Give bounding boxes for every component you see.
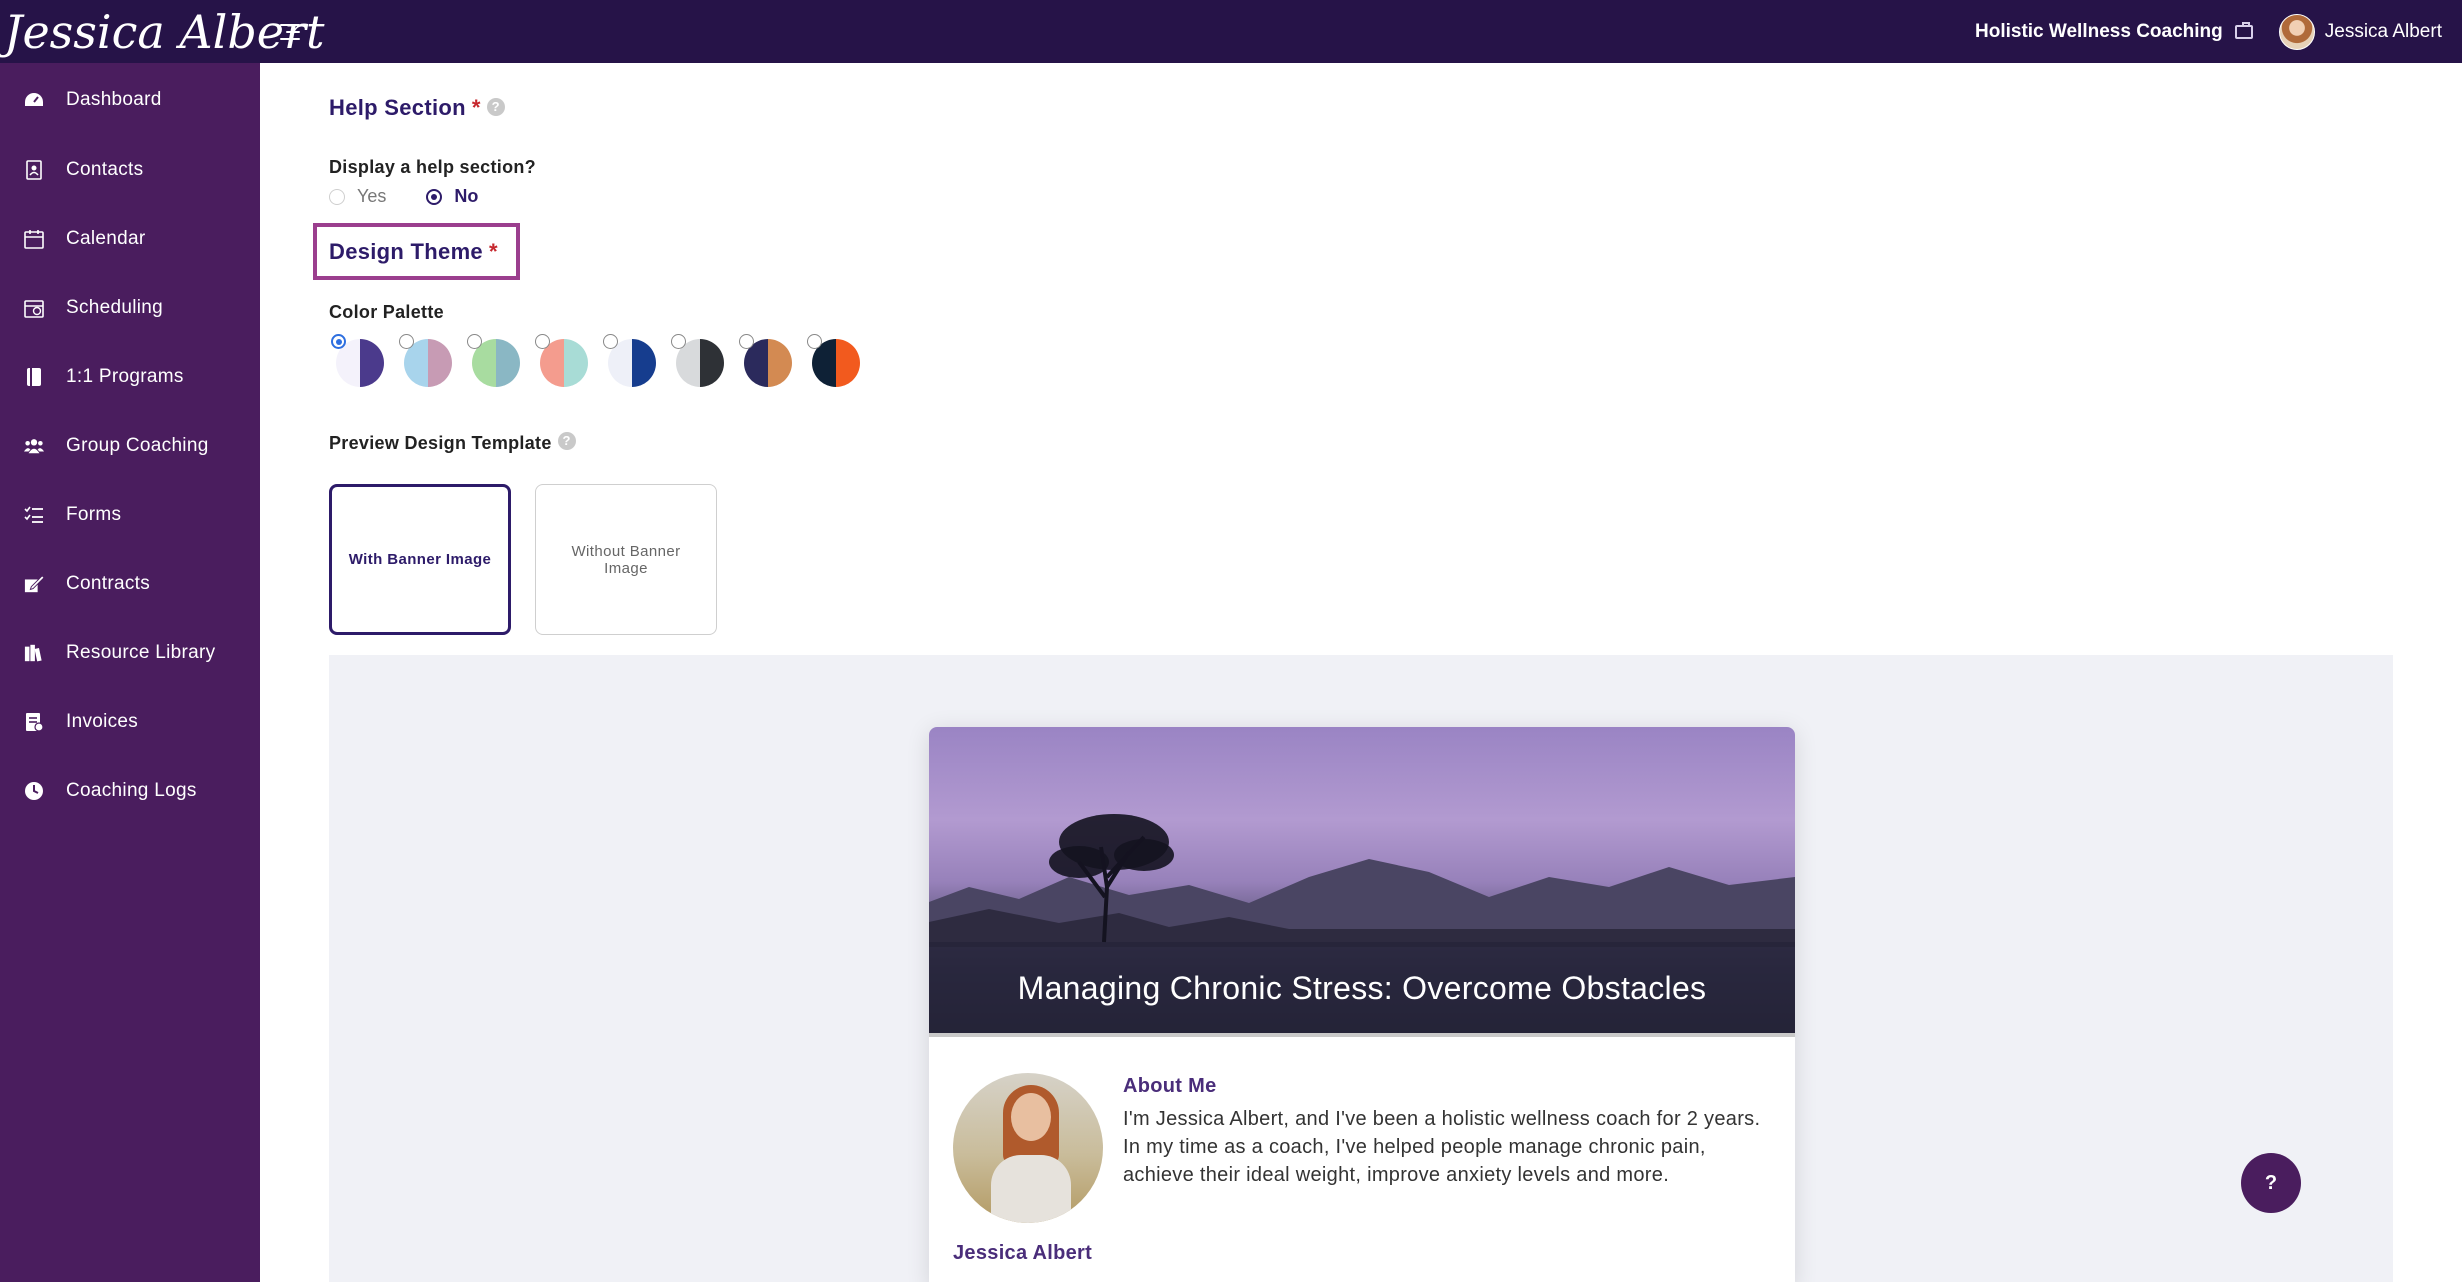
palette-option-6[interactable] bbox=[671, 334, 724, 387]
design-theme-highlight: Design Theme * bbox=[313, 223, 520, 280]
calendar-icon bbox=[24, 229, 44, 249]
sidebar-item-label: Dashboard bbox=[66, 89, 162, 110]
sidebar-item-programs[interactable]: 1:1 Programs bbox=[0, 352, 260, 402]
sidebar-item-label: Coaching Logs bbox=[66, 780, 197, 801]
sidebar-item-forms[interactable]: Forms bbox=[0, 490, 260, 540]
palette-radio[interactable] bbox=[603, 334, 618, 349]
help-icon[interactable]: ? bbox=[557, 432, 576, 450]
top-right-area: Holistic Wellness Coaching Jessica Alber… bbox=[1975, 0, 2442, 63]
sidebar-item-label: Resource Library bbox=[66, 642, 216, 663]
help-section-question: Display a help section? bbox=[329, 157, 536, 177]
dashboard-icon bbox=[24, 90, 44, 110]
template-with-banner[interactable]: With Banner Image bbox=[329, 484, 511, 635]
palette-radio[interactable] bbox=[807, 334, 822, 349]
sidebar-item-label: Calendar bbox=[66, 228, 146, 249]
radio-yes[interactable]: Yes bbox=[329, 186, 386, 207]
preview-area: Managing Chronic Stress: Overcome Obstac… bbox=[329, 655, 2393, 1282]
about-me-title: About Me bbox=[1123, 1075, 1217, 1097]
top-bar: Jessica Albert Holistic Wellness Coachin… bbox=[0, 0, 2462, 63]
book-icon bbox=[24, 367, 44, 387]
palette-option-4[interactable] bbox=[535, 334, 588, 387]
contacts-icon bbox=[24, 160, 44, 180]
invoice-icon bbox=[24, 712, 44, 732]
palette-option-7[interactable] bbox=[739, 334, 792, 387]
sidebar-item-resource-library[interactable]: Resource Library bbox=[0, 628, 260, 678]
color-palette-label: Color Palette bbox=[329, 302, 444, 322]
signature-icon bbox=[24, 574, 44, 594]
palette-radio[interactable] bbox=[467, 334, 482, 349]
clock-icon bbox=[24, 781, 44, 801]
sidebar-item-calendar[interactable]: Calendar bbox=[0, 214, 260, 264]
sidebar-item-label: Invoices bbox=[66, 711, 139, 732]
palette-radio[interactable] bbox=[535, 334, 550, 349]
list-icon bbox=[24, 505, 44, 525]
main-content: Help Section *? Display a help section? Y… bbox=[260, 63, 2462, 1282]
group-icon bbox=[24, 436, 44, 456]
help-section-title: Help Section *? bbox=[329, 95, 505, 121]
preview-template-label: Preview Design Template? bbox=[329, 432, 576, 454]
sidebar-item-scheduling[interactable]: Scheduling bbox=[0, 283, 260, 333]
sidebar-item-label: 1:1 Programs bbox=[66, 366, 184, 387]
sidebar-item-label: Contacts bbox=[66, 159, 144, 180]
sidebar-item-label: Group Coaching bbox=[66, 435, 209, 456]
library-icon bbox=[24, 643, 44, 663]
sidebar-item-contacts[interactable]: Contacts bbox=[0, 145, 260, 195]
sidebar: Dashboard Contacts Calendar Scheduling 1… bbox=[0, 63, 260, 1282]
palette-option-3[interactable] bbox=[467, 334, 520, 387]
radio-no[interactable]: No bbox=[426, 186, 478, 207]
help-fab-button[interactable]: ? bbox=[2241, 1153, 2301, 1213]
profile-name: Jessica Albert bbox=[953, 1242, 1093, 1264]
briefcase-icon[interactable] bbox=[2234, 21, 2253, 39]
sidebar-item-dashboard[interactable]: Dashboard bbox=[0, 75, 260, 125]
help-icon[interactable]: ? bbox=[486, 98, 505, 116]
user-name[interactable]: Jessica Albert bbox=[2325, 21, 2442, 43]
palette-option-5[interactable] bbox=[603, 334, 656, 387]
business-name[interactable]: Holistic Wellness Coaching bbox=[1975, 21, 2223, 43]
color-palette-options bbox=[331, 334, 880, 387]
brand-logo[interactable]: Jessica Albert bbox=[0, 0, 324, 63]
profile-photo bbox=[953, 1073, 1103, 1223]
scheduling-icon bbox=[24, 298, 44, 318]
preview-card: Managing Chronic Stress: Overcome Obstac… bbox=[929, 727, 1795, 1282]
palette-option-2[interactable] bbox=[399, 334, 452, 387]
radio-yes-circle[interactable] bbox=[329, 188, 345, 205]
radio-no-circle[interactable] bbox=[426, 188, 443, 205]
palette-option-1[interactable] bbox=[331, 334, 384, 387]
banner-title: Managing Chronic Stress: Overcome Obstac… bbox=[1017, 970, 1707, 1006]
required-mark: * bbox=[488, 239, 498, 264]
menu-toggle-icon[interactable] bbox=[280, 22, 302, 42]
banner-image: Managing Chronic Stress: Overcome Obstac… bbox=[929, 727, 1795, 1037]
banner-divider bbox=[929, 1033, 1795, 1037]
sidebar-item-label: Forms bbox=[66, 504, 122, 525]
palette-radio[interactable] bbox=[739, 334, 754, 349]
template-without-banner[interactable]: Without Banner Image bbox=[535, 484, 717, 635]
user-avatar[interactable] bbox=[2278, 13, 2315, 50]
sidebar-item-coaching-logs[interactable]: Coaching Logs bbox=[0, 766, 260, 816]
about-me-text: I'm Jessica Albert, and I've been a holi… bbox=[1123, 1108, 1761, 1186]
sidebar-item-group-coaching[interactable]: Group Coaching bbox=[0, 421, 260, 471]
help-section-radio-group: Yes No bbox=[329, 186, 518, 207]
sidebar-item-label: Contracts bbox=[66, 573, 151, 594]
sidebar-item-invoices[interactable]: Invoices bbox=[0, 697, 260, 747]
sidebar-item-contracts[interactable]: Contracts bbox=[0, 559, 260, 609]
palette-radio[interactable] bbox=[671, 334, 686, 349]
sidebar-item-label: Scheduling bbox=[66, 297, 164, 318]
palette-radio[interactable] bbox=[331, 334, 346, 349]
palette-option-8[interactable] bbox=[807, 334, 860, 387]
palette-radio[interactable] bbox=[399, 334, 414, 349]
design-theme-title: Design Theme * bbox=[329, 239, 498, 264]
required-mark: * bbox=[471, 95, 481, 120]
